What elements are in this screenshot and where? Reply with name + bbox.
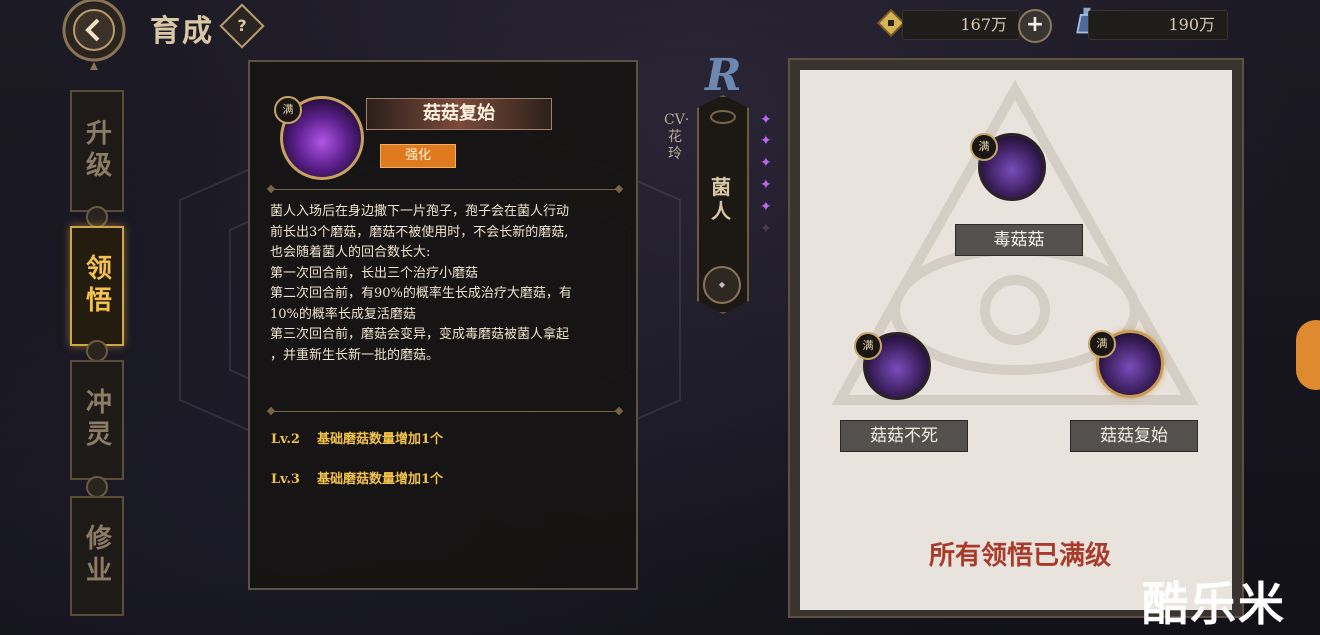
- description-line: 菌人入场后在身边撒下一片孢子，孢子会在菌人行动: [270, 204, 570, 219]
- tab-comprehend[interactable]: 领悟: [70, 226, 124, 346]
- butterfly-icon: ✦: [760, 155, 772, 171]
- skill-description: 菌人入场后在身边撒下一片孢子，孢子会在菌人行动 前长出3个磨菇，磨菇不被使用时，…: [270, 202, 622, 366]
- description-line: 10%的概率长成复活磨菇: [270, 306, 416, 322]
- divider: [270, 411, 620, 412]
- page-title: 育成: [150, 14, 214, 49]
- description-line: 也会随着菌人的回合数长大:: [270, 245, 431, 260]
- watermark: 酷乐米: [1142, 577, 1286, 631]
- butterfly-icon: ✦: [760, 199, 772, 215]
- level-label: Lv.3: [271, 472, 300, 487]
- tab-connector: [86, 340, 108, 362]
- max-badge: 满: [970, 133, 998, 161]
- divider: [270, 189, 620, 190]
- description-line: ，并重新生长新一批的磨菇。: [270, 347, 440, 363]
- tab-connector: [86, 206, 108, 228]
- question-icon: ?: [237, 16, 247, 35]
- coin-counter: 167万: [902, 10, 1020, 40]
- butterfly-icon: ✦: [760, 133, 772, 149]
- skill-name: 菇菇复始: [366, 98, 552, 130]
- eye-icon: [710, 110, 736, 124]
- side-menu-button[interactable]: [1296, 320, 1320, 390]
- character-name: 菌人: [711, 175, 731, 223]
- max-badge: 满: [1088, 330, 1116, 358]
- all-maxed-status: 所有领悟已满级: [928, 541, 1111, 571]
- skill-tag: 强化: [380, 144, 456, 168]
- description-line: 第二次回合前，有90%的概率生长成治疗大磨菇，有: [270, 286, 572, 301]
- butterfly-icon: ✦: [760, 221, 772, 237]
- add-coin-button[interactable]: +: [1018, 9, 1052, 43]
- tab-spirit[interactable]: 冲灵: [70, 360, 124, 480]
- tab-upgrade[interactable]: 升级: [70, 90, 124, 212]
- tab-connector: [86, 476, 108, 498]
- seal-icon: ◆: [703, 266, 741, 304]
- tab-training[interactable]: 修业: [70, 496, 124, 616]
- description-line: 第一次回合前，长出三个治疗小磨菇: [270, 265, 479, 281]
- potion-counter: 190万: [1088, 10, 1228, 40]
- level-bonus-row: Lv.3 基础磨菇数量增加1个: [271, 468, 443, 487]
- butterfly-icon: ✦: [760, 177, 772, 193]
- description-line: 第三次回合前，磨菇会变异，变成毒磨菇被菌人拿起: [270, 327, 570, 342]
- node-label: 菇菇不死: [840, 420, 968, 452]
- rank-letter: R: [705, 50, 742, 101]
- level-text: 基础磨菇数量增加1个: [317, 472, 444, 487]
- max-badge: 满: [854, 332, 882, 360]
- level-label: Lv.2: [271, 432, 300, 447]
- level-bonus-row: Lv.2 基础磨菇数量增加1个: [271, 428, 443, 447]
- node-label: 菇菇复始: [1070, 420, 1198, 452]
- description-line: 前长出3个磨菇，磨菇不被使用时，不会长新的磨菇,: [270, 224, 569, 240]
- max-badge: 满: [274, 96, 302, 124]
- node-label: 毒菇菇: [955, 224, 1083, 256]
- back-button[interactable]: [50, 0, 138, 70]
- butterfly-icon: ✦: [760, 112, 772, 128]
- voice-actor: CV·花玲: [664, 112, 690, 162]
- level-text: 基础磨菇数量增加1个: [317, 432, 444, 447]
